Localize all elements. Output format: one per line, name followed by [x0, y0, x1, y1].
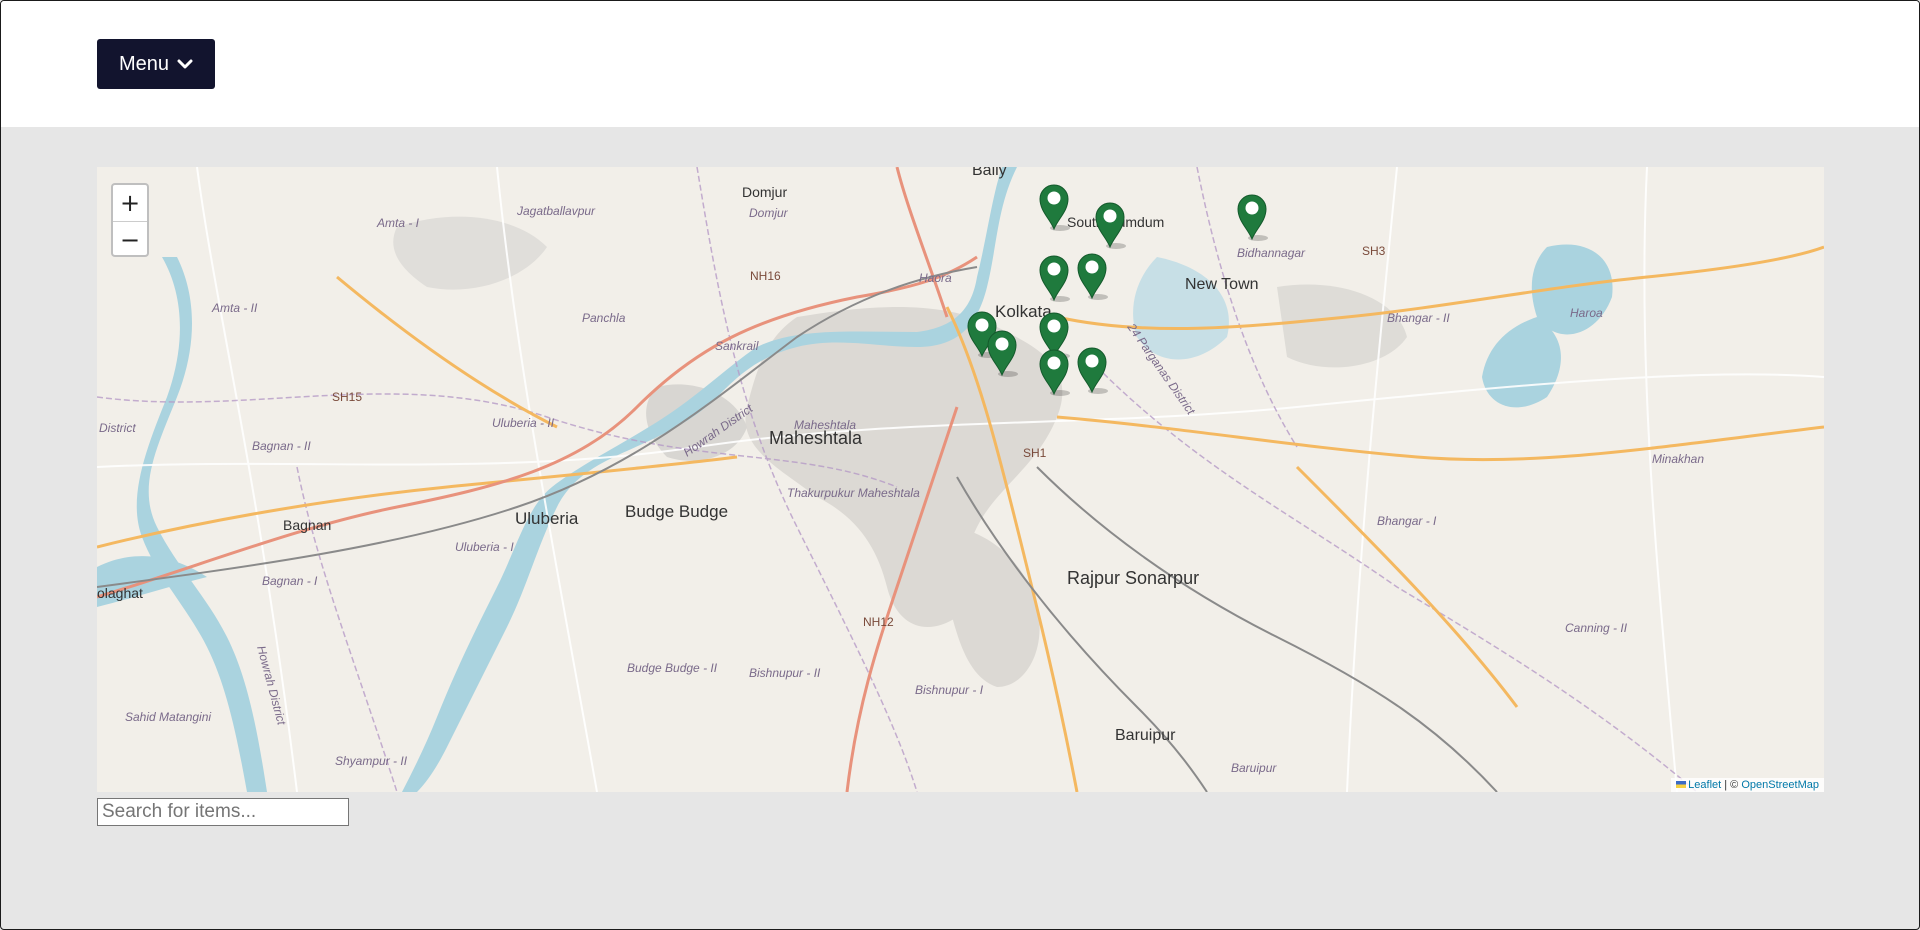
attribution-separator: | ©: [1721, 779, 1742, 791]
map-marker-icon[interactable]: [987, 330, 1018, 377]
map-marker-icon[interactable]: [1077, 347, 1108, 394]
marker-layer: [967, 184, 1268, 396]
map-view[interactable]: Bally Domjur Domjur South Dumdum Bidhann…: [97, 167, 1824, 792]
zoom-control: + −: [111, 183, 149, 257]
ukraine-flag-icon: [1676, 781, 1687, 788]
menu-button[interactable]: Menu: [97, 39, 215, 89]
search-input[interactable]: [97, 798, 349, 826]
map-marker-icon[interactable]: [1077, 253, 1108, 300]
menu-label: Menu: [118, 52, 170, 75]
map-marker-icon[interactable]: [1039, 184, 1070, 231]
app-frame: Menu Bally Domjur Domjur South Dumdum Bi…: [0, 0, 1920, 930]
top-header: Menu: [1, 1, 1919, 127]
leaflet-link[interactable]: Leaflet: [1688, 779, 1721, 791]
osm-link[interactable]: OpenStreetMap: [1741, 779, 1819, 791]
map-marker-icon[interactable]: [1039, 349, 1070, 396]
zoom-out-button[interactable]: −: [113, 222, 147, 255]
chevron-down-icon: [177, 59, 193, 69]
map-marker-icon[interactable]: [1039, 255, 1070, 302]
map-marker-icon[interactable]: [1095, 202, 1126, 249]
zoom-in-button[interactable]: +: [113, 185, 147, 222]
map-marker-icon[interactable]: [1237, 194, 1268, 241]
map-attribution: Leaflet | © OpenStreetMap: [1671, 778, 1824, 792]
